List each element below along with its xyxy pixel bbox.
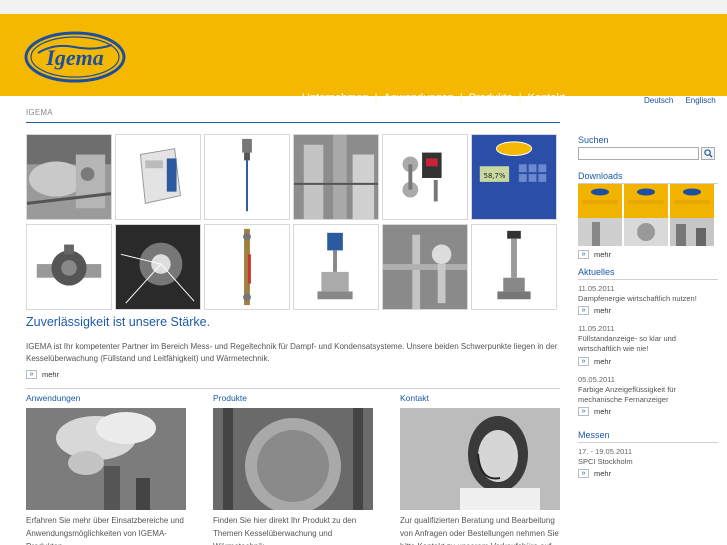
more-label: mehr <box>594 469 612 478</box>
more-arrow-icon: » <box>578 469 589 478</box>
nav-separator: | <box>518 92 522 104</box>
more-arrow-icon: » <box>578 357 589 366</box>
image-steam-trap[interactable] <box>26 224 112 310</box>
more-arrow-icon: » <box>578 407 589 416</box>
fairs-title: Messen <box>578 430 610 440</box>
image-chimney-smoke[interactable] <box>26 408 186 510</box>
breadcrumb-divider <box>26 122 560 123</box>
site-header: Igema Unternehmen | Anwendungen | Produk… <box>0 14 727 105</box>
image-gauge-glass[interactable] <box>204 224 290 310</box>
search-button[interactable] <box>701 147 715 160</box>
news-section: Aktuelles <box>578 267 718 280</box>
image-support-agent[interactable] <box>400 408 560 510</box>
news-date: 11.05.2011 <box>578 284 615 293</box>
search-section: Suchen <box>578 135 718 145</box>
image-control-unit[interactable] <box>115 134 201 220</box>
more-label: mehr <box>594 357 612 366</box>
column-produkte: Produkte Finden Sie hier direkt Ihr Prod… <box>213 393 373 545</box>
top-strip <box>0 0 727 14</box>
nav-produkte[interactable]: Produkte <box>469 92 513 104</box>
brochure-cover[interactable] <box>670 184 714 246</box>
display-value: 58,7% <box>484 172 506 180</box>
downloads-section: Downloads <box>578 171 718 184</box>
news-date: 05.05.2011 <box>578 375 615 384</box>
intro-more-link[interactable]: » mehr <box>26 370 59 379</box>
fair-text[interactable]: SPCI Stockholm <box>578 457 718 467</box>
image-boiler-front[interactable] <box>213 408 373 510</box>
content-divider <box>26 388 560 389</box>
image-control-valve[interactable] <box>293 224 379 310</box>
news-item: 11.05.2011 Dampfenergie wirtschaftlich n… <box>578 284 718 304</box>
image-valve-controller[interactable] <box>382 134 468 220</box>
more-label: mehr <box>42 370 60 379</box>
brochure-cover[interactable] <box>578 184 622 246</box>
lang-englisch[interactable]: Englisch <box>685 96 715 105</box>
news-item: 11.05.2011 Füllstandanzeige- so klar und… <box>578 324 718 354</box>
nav-separator: | <box>374 92 378 104</box>
more-arrow-icon: » <box>26 370 37 379</box>
more-label: mehr <box>594 407 612 416</box>
nav-kontakt[interactable]: Kontakt <box>528 92 565 104</box>
column-text-kontakt: Zur qualifizierten Beratung und Bearbeit… <box>400 516 559 545</box>
breadcrumb[interactable]: IGEMA <box>26 108 53 117</box>
main-navigation: Unternehmen | Anwendungen | Produkte | K… <box>302 92 565 104</box>
column-kontakt: Kontakt Zur qualifizierten Beratung und … <box>400 393 560 545</box>
downloads-title: Downloads <box>578 171 623 181</box>
more-arrow-icon: » <box>578 250 589 259</box>
column-anwendungen: Anwendungen Erfahren Sie mehr über Einsa… <box>26 393 186 545</box>
nav-separator: | <box>459 92 463 104</box>
column-title-anwendungen[interactable]: Anwendungen <box>26 393 186 408</box>
image-welding[interactable] <box>115 224 201 310</box>
nav-unternehmen[interactable]: Unternehmen <box>302 92 369 104</box>
more-arrow-icon: » <box>578 306 589 315</box>
search-title: Suchen <box>578 135 609 145</box>
nav-anwendungen[interactable]: Anwendungen <box>384 92 454 104</box>
fairs-divider <box>578 442 718 443</box>
lang-separator: | <box>678 96 681 105</box>
news-text[interactable]: Füllstandanzeige- so klar und wirtschaft… <box>578 334 718 354</box>
news-title: Aktuelles <box>578 267 615 277</box>
column-title-kontakt[interactable]: Kontakt <box>400 393 560 408</box>
news-more-link[interactable]: » mehr <box>578 407 611 416</box>
brochure-cover[interactable] <box>624 184 668 246</box>
page-headline: Zuverlässigkeit ist unsere Stärke. <box>26 315 211 329</box>
image-boiler-room[interactable] <box>26 134 112 220</box>
column-text-anwendungen: Erfahren Sie mehr über Einsatzbereiche u… <box>26 516 184 545</box>
news-divider <box>578 279 718 280</box>
fair-date: 17. - 19.05.2011 <box>578 447 633 456</box>
news-item: 05.05.2011 Farbige Anzeigeflüssigkeit fü… <box>578 375 718 405</box>
image-display-panel[interactable]: 58,7% <box>471 134 557 220</box>
news-more-link[interactable]: » mehr <box>578 357 611 366</box>
column-title-produkte[interactable]: Produkte <box>213 393 373 408</box>
fairs-section: Messen <box>578 430 718 443</box>
news-more-link[interactable]: » mehr <box>578 306 611 315</box>
fair-item: 17. - 19.05.2011 SPCI Stockholm <box>578 447 718 467</box>
svg-text:Igema: Igema <box>45 45 103 70</box>
news-date: 11.05.2011 <box>578 324 615 333</box>
column-text-produkte: Finden Sie hier direkt Ihr Produkt zu de… <box>213 516 357 545</box>
news-text[interactable]: Dampfenergie wirtschaftlich nutzen! <box>578 294 718 304</box>
image-valve-handle[interactable] <box>471 224 557 310</box>
search-form <box>578 147 715 160</box>
search-input[interactable] <box>578 147 699 160</box>
more-label: mehr <box>594 306 612 315</box>
image-level-probe[interactable] <box>204 134 290 220</box>
intro-text: IGEMA ist Ihr kompetenter Partner im Ber… <box>26 342 558 363</box>
image-boiler-plant[interactable] <box>293 134 379 220</box>
news-text[interactable]: Farbige Anzeigeflüssigkeit für mechanisc… <box>578 385 718 405</box>
language-switch: Deutsch | Englisch <box>644 96 716 105</box>
image-piping-install[interactable] <box>382 224 468 310</box>
downloads-more-link[interactable]: » mehr <box>578 250 611 259</box>
magnifier-icon <box>703 149 713 158</box>
downloads-covers <box>578 184 716 246</box>
igema-logo[interactable]: Igema <box>24 31 126 83</box>
lang-deutsch[interactable]: Deutsch <box>644 96 673 105</box>
fairs-more-link[interactable]: » mehr <box>578 469 611 478</box>
more-label: mehr <box>594 250 612 259</box>
